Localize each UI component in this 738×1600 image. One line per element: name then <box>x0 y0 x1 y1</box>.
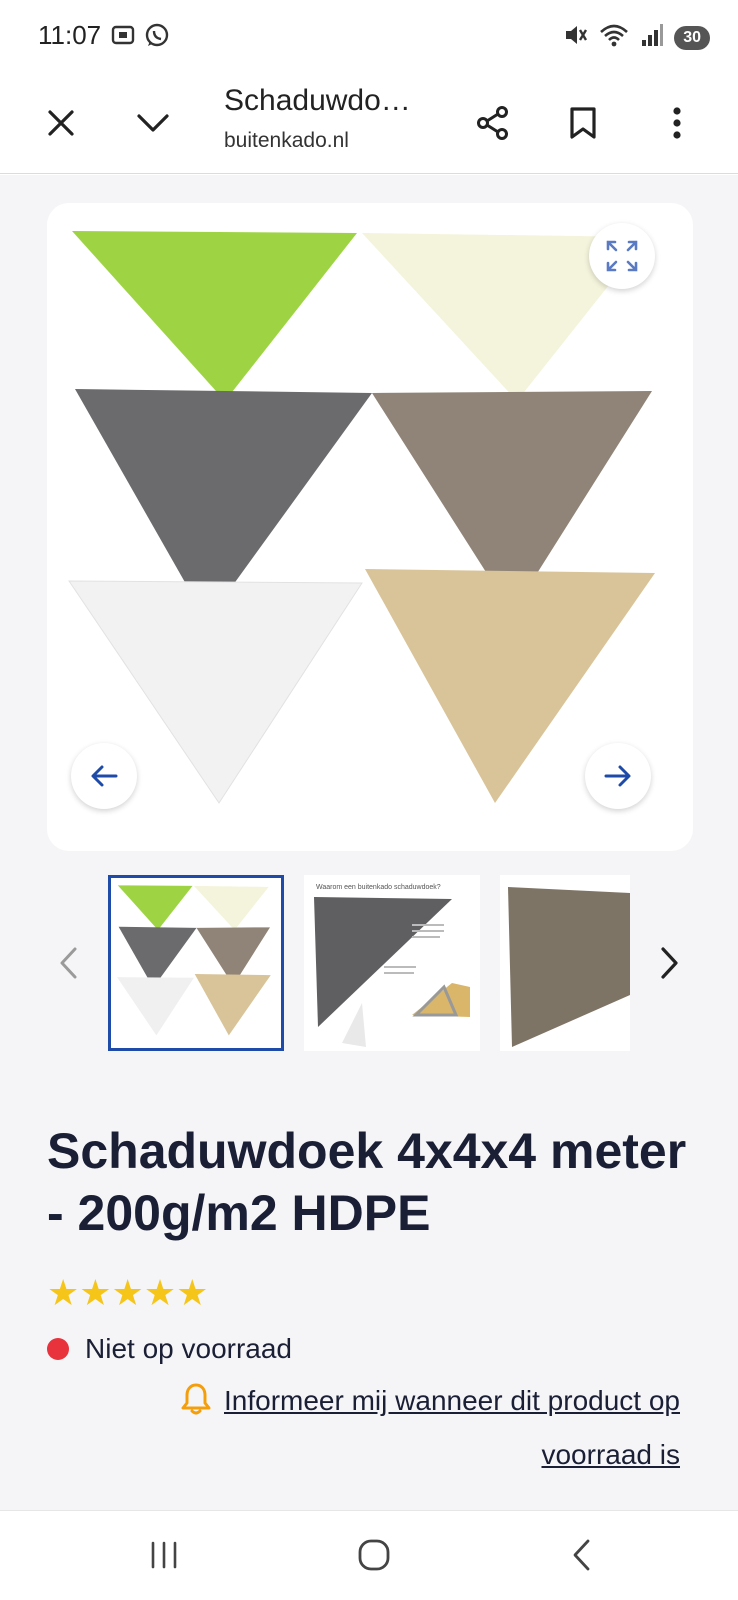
battery-icon: 30 <box>674 25 710 50</box>
arrow-right-icon <box>604 765 631 787</box>
status-icons-left <box>110 22 170 53</box>
home-button[interactable] <box>344 1527 404 1583</box>
thumbnail-image <box>500 875 630 1051</box>
mute-icon <box>562 22 588 53</box>
stock-notification: Informeer mij wanneer dit product op voo… <box>120 1377 680 1479</box>
wifi-icon <box>598 22 630 53</box>
whatsapp-icon <box>144 22 170 53</box>
chevron-left-icon <box>60 947 77 979</box>
back-icon <box>573 1539 590 1571</box>
next-image-button[interactable] <box>585 743 651 809</box>
rating-stars: ★★★★★ <box>47 1272 209 1313</box>
thumbnail-1[interactable] <box>108 875 284 1051</box>
home-icon <box>358 1539 390 1571</box>
product-image-gallery[interactable] <box>47 203 693 851</box>
status-bar: 11:07 30 <box>0 0 738 72</box>
previous-image-button[interactable] <box>71 743 137 809</box>
thumbnail-3[interactable] <box>500 875 630 1051</box>
thumbnail-image <box>117 885 271 1036</box>
close-button[interactable] <box>36 98 86 148</box>
page-title: Schaduwdo… <box>224 84 411 117</box>
recent-apps-icon <box>151 1541 177 1569</box>
bookmark-button[interactable] <box>558 98 608 148</box>
shade-sail-green <box>72 231 357 401</box>
chevron-right-icon <box>661 947 678 979</box>
thumbnail-caption: Waarom een buitenkado schaduwdoek? <box>316 884 441 891</box>
close-icon <box>48 110 74 136</box>
expand-icon <box>606 240 638 272</box>
thumbnail-2[interactable]: Waarom een buitenkado schaduwdoek? <box>304 875 480 1051</box>
stock-status-text: Niet op voorraad <box>85 1333 293 1364</box>
bell-icon <box>180 1382 212 1431</box>
stock-status: Niet op voorraad <box>47 1333 292 1365</box>
page-content: Waarom een buitenkado schaduwdoek? Schad <box>0 175 738 1510</box>
expand-image-button[interactable] <box>589 223 655 289</box>
stock-status-indicator <box>47 1338 69 1360</box>
product-rating[interactable]: ★★★★★ <box>47 1273 208 1313</box>
chevron-down-icon <box>137 114 169 132</box>
system-navigation-bar <box>0 1510 738 1600</box>
signal-icon <box>640 22 664 53</box>
collapse-button[interactable] <box>128 98 178 148</box>
share-button[interactable] <box>468 98 518 148</box>
more-options-button[interactable] <box>652 98 702 148</box>
thumbnails-next-button[interactable] <box>650 935 690 991</box>
recent-apps-button[interactable] <box>134 1527 194 1583</box>
screenshot-icon <box>110 22 136 53</box>
notify-when-in-stock-link[interactable]: Informeer mij wanneer dit product op voo… <box>224 1385 680 1470</box>
thumbnails-previous-button[interactable] <box>48 935 88 991</box>
back-button[interactable] <box>552 1527 612 1583</box>
product-title: Schaduwdoek 4x4x4 meter - 200g/m2 HDPE <box>47 1123 687 1241</box>
more-vertical-icon <box>673 107 681 139</box>
bookmark-icon <box>570 107 596 139</box>
status-icons-right: 30 <box>562 22 710 53</box>
browser-toolbar: Schaduwdo… buitenkado.nl <box>0 72 738 174</box>
page-url: buitenkado.nl <box>224 129 349 152</box>
thumbnail-image: Waarom een buitenkado schaduwdoek? <box>304 875 480 1051</box>
status-time: 11:07 <box>38 20 102 50</box>
arrow-left-icon <box>91 765 118 787</box>
share-icon <box>477 106 508 140</box>
thumbnail-strip: Waarom een buitenkado schaduwdoek? <box>0 875 738 1055</box>
